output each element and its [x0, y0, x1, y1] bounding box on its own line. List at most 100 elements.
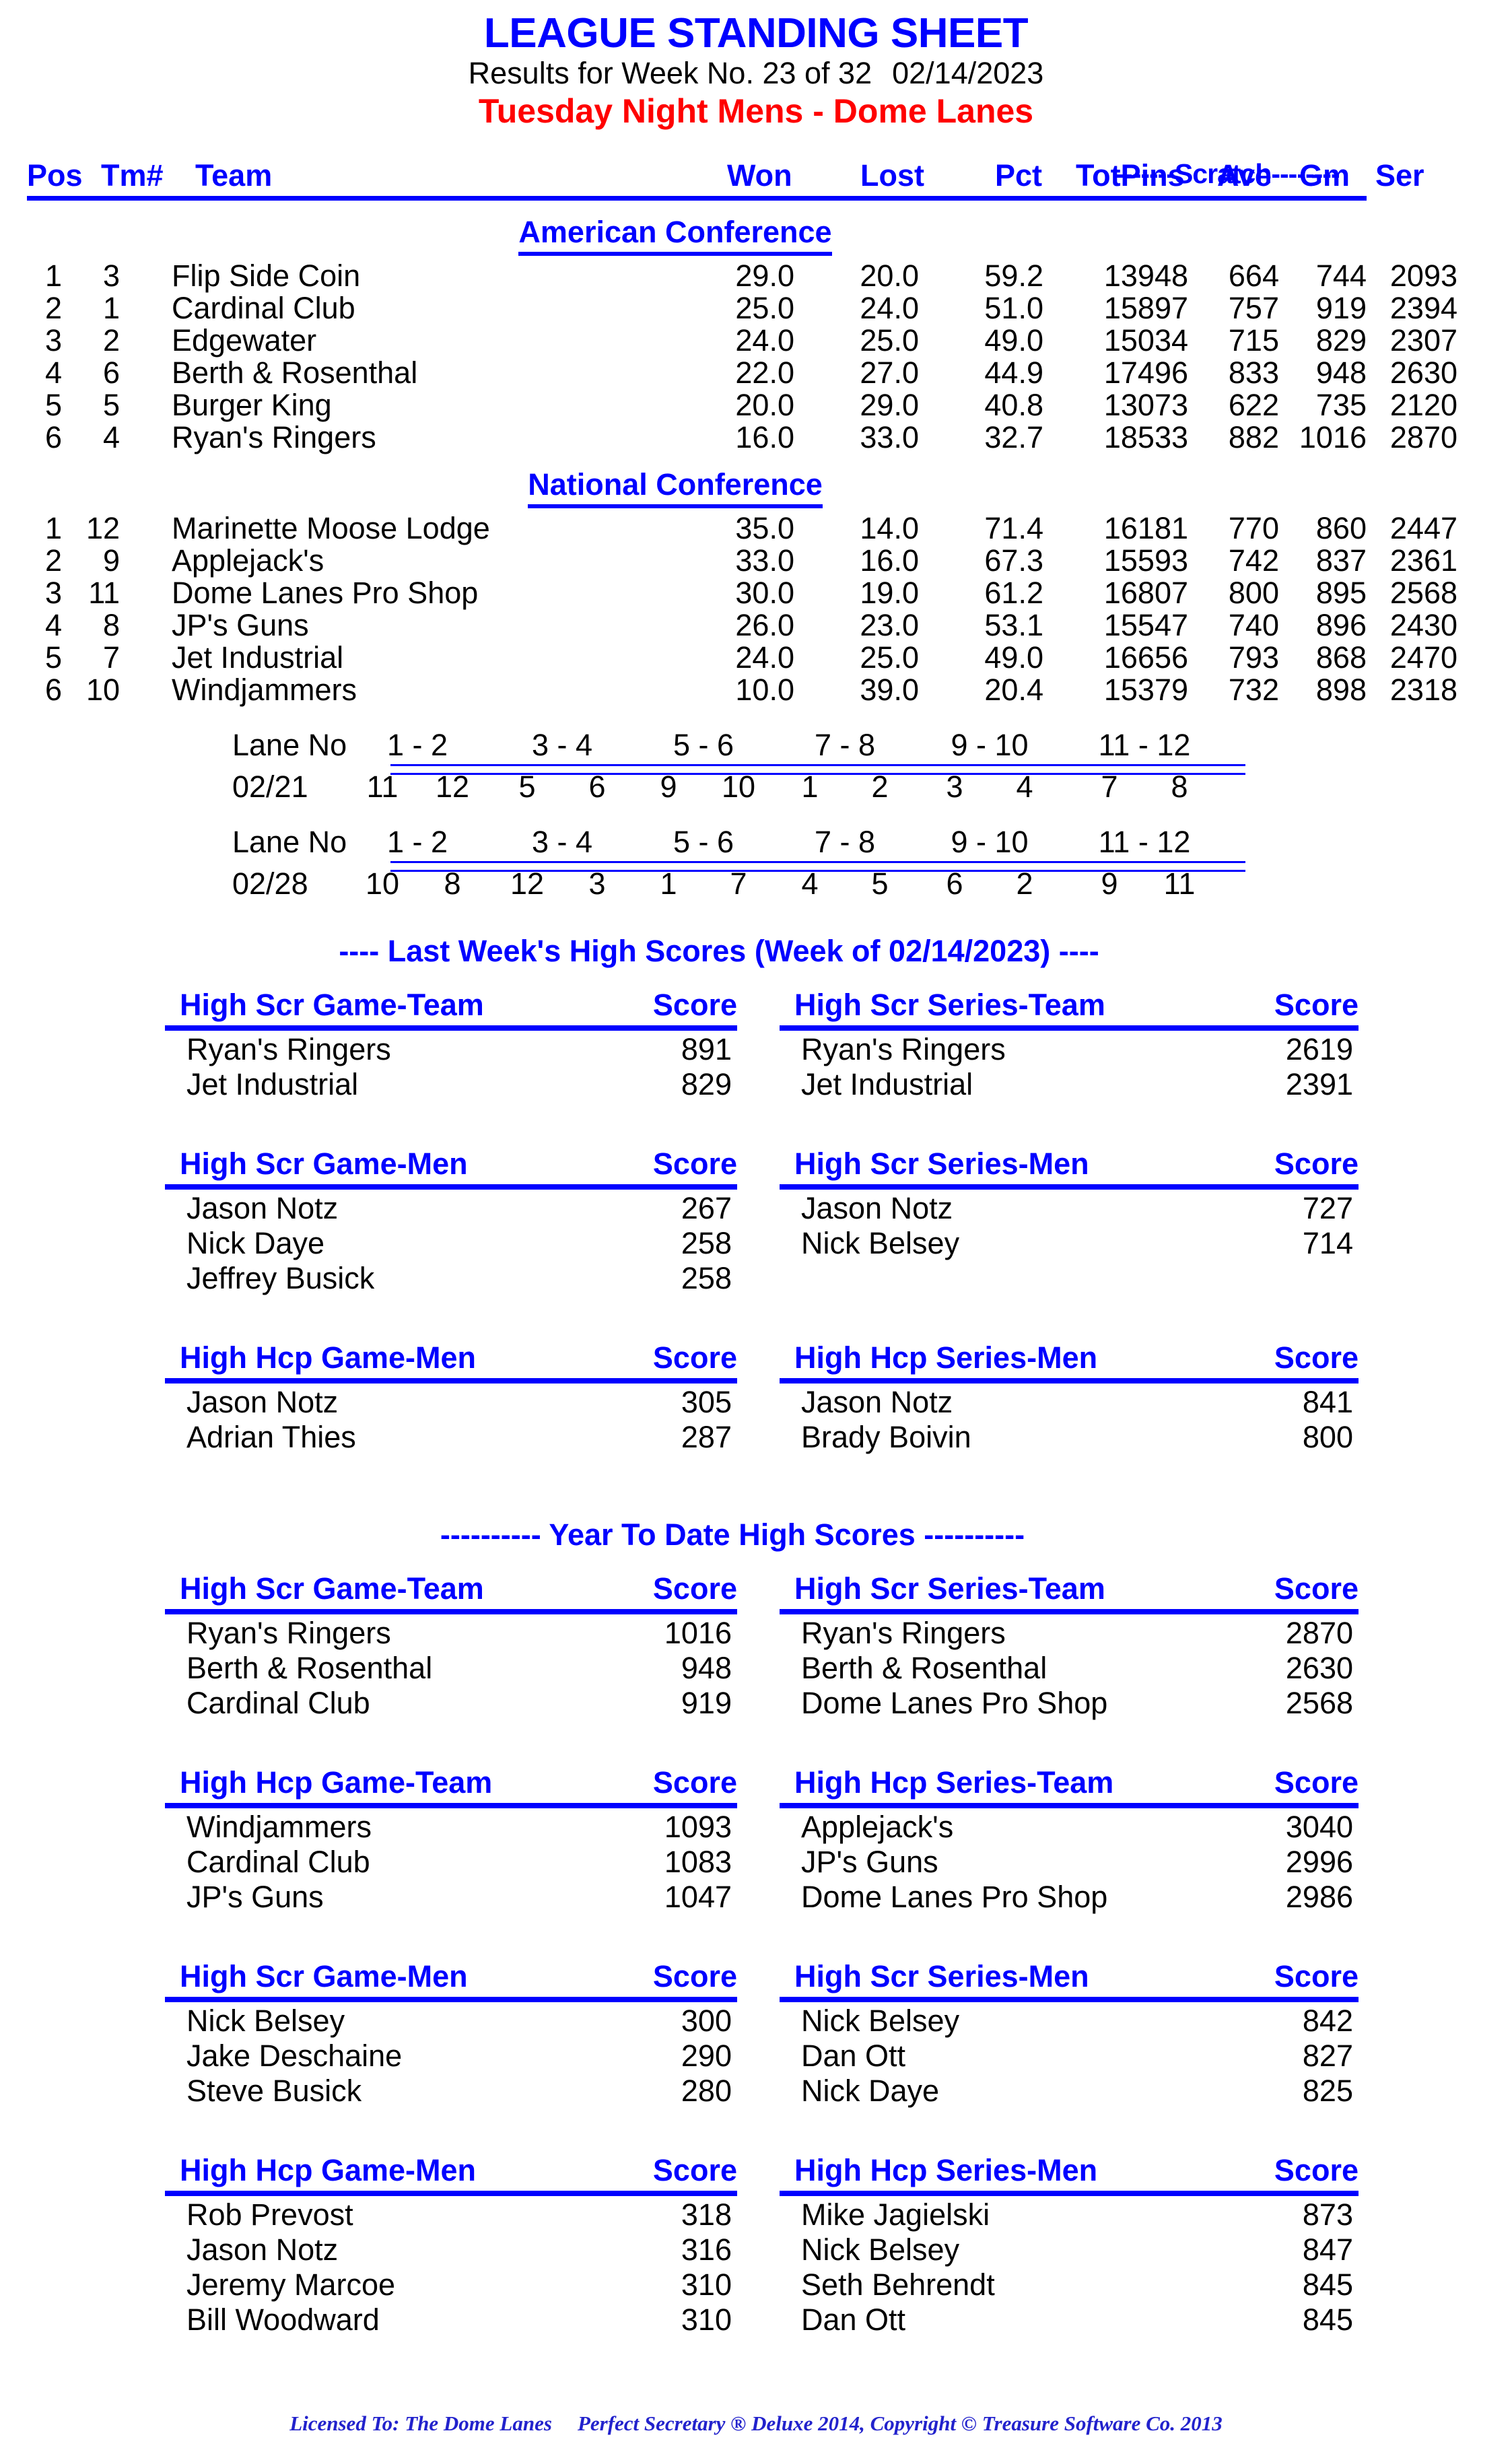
list-item: Jason Notz 305: [165, 1385, 737, 1419]
list-item: Nick Daye 825: [780, 2074, 1359, 2108]
team-high-series: 2568: [1389, 575, 1457, 610]
list-item: Cardinal Club 919: [165, 1685, 737, 1720]
lane-assignment-team: 6: [588, 769, 606, 804]
team-pos: 4: [44, 607, 62, 642]
team-won: 20.0: [735, 387, 794, 422]
lane-pair-header: 11 - 12: [1098, 727, 1191, 762]
team-ave: 770: [1228, 510, 1279, 545]
team-lost: 27.0: [860, 355, 919, 390]
score-entry-value: 267: [681, 1190, 732, 1225]
list-item: Rob Prevost 318: [165, 2197, 737, 2232]
lane-assignment-team: 1: [801, 769, 819, 804]
team-won: 25.0: [735, 290, 794, 325]
score-column-header: Score: [1274, 1958, 1359, 1993]
team-totpins: 15034: [1103, 322, 1188, 357]
score-entry-name: Nick Belsey: [801, 1225, 960, 1260]
score-column-header: Score: [1274, 1765, 1359, 1800]
score-entry-value: 280: [681, 2073, 732, 2108]
score-entry-name: Brady Boivin: [801, 1419, 971, 1454]
score-block-rule: [165, 1184, 737, 1190]
score-entry-name: Applejack's: [801, 1809, 954, 1844]
list-item: Nick Belsey 842: [780, 2003, 1359, 2038]
score-entry-value: 891: [681, 1031, 732, 1066]
score-block-left: High Scr Game-Men Score Jason Notz 267 Nick …: [165, 1147, 737, 1295]
team-high-series: 2318: [1389, 672, 1457, 707]
score-block-pair: High Hcp Game-Team Score Windjammers 1093 Ca…: [0, 1765, 1512, 1940]
score-entry-name: Nick Belsey: [801, 2003, 960, 2038]
score-entry-name: Dome Lanes Pro Shop: [801, 1879, 1108, 1914]
team-high-game: 898: [1315, 672, 1367, 707]
score-block-header: High Scr Series-Men Score: [780, 1147, 1359, 1184]
score-entry-name: Ryan's Ringers: [801, 1615, 1006, 1650]
lane-no-label: Lane No: [232, 824, 347, 859]
score-entry-name: Berth & Rosenthal: [801, 1650, 1047, 1685]
team-number: 4: [102, 419, 120, 454]
results-date: 02/14/2023: [892, 56, 1044, 91]
score-entry-name: Cardinal Club: [186, 1844, 370, 1879]
lane-pair-header: 9 - 10: [951, 824, 1029, 859]
team-high-game: 744: [1315, 258, 1367, 293]
lane-assignment-team: 8: [444, 866, 461, 901]
score-entry-name: Cardinal Club: [186, 1685, 370, 1720]
score-block-right: High Scr Series-Men Score Jason Notz 727 Nic…: [780, 1147, 1359, 1260]
score-block-header: High Hcp Series-Men Score: [780, 2153, 1359, 2191]
team-name: Dome Lanes Pro Shop: [172, 575, 479, 610]
score-block-right: High Hcp Series-Team Score Applejack's 3040…: [780, 1765, 1359, 1914]
team-won: 24.0: [735, 322, 794, 357]
team-number: 8: [102, 607, 120, 642]
score-block-rule: [780, 1608, 1359, 1614]
score-entry-value: 919: [681, 1685, 732, 1720]
team-lost: 33.0: [860, 419, 919, 454]
score-block-header: High Scr Series-Men Score: [780, 1959, 1359, 1997]
team-lost: 39.0: [860, 672, 919, 707]
score-block-rule: [165, 1377, 737, 1383]
score-block-title: High Scr Game-Men: [180, 1958, 468, 1993]
score-column-header: Score: [652, 987, 737, 1022]
score-column-header: Score: [652, 1958, 737, 1993]
team-pos: 4: [44, 355, 62, 390]
score-entry-value: 873: [1302, 2197, 1353, 2232]
score-block-header: High Hcp Series-Team Score: [780, 1765, 1359, 1803]
score-block-header: High Hcp Game-Team Score: [165, 1765, 737, 1803]
team-won: 30.0: [735, 575, 794, 610]
score-block-header: High Hcp Game-Men Score: [165, 2153, 737, 2191]
team-high-game: 895: [1315, 575, 1367, 610]
team-totpins: 18533: [1103, 419, 1188, 454]
score-entry-name: Jason Notz: [801, 1190, 953, 1225]
score-entry-name: JP's Guns: [801, 1844, 938, 1879]
team-pct: 59.2: [984, 258, 1043, 293]
list-item: Dome Lanes Pro Shop 2568: [780, 1686, 1359, 1720]
score-block-left: High Scr Game-Men Score Nick Belsey 300 Jake…: [165, 1958, 737, 2108]
lane-pair-header: 3 - 4: [531, 824, 593, 859]
score-block-right: High Hcp Series-Men Score Jason Notz 841 Bra…: [780, 1340, 1359, 1454]
score-block-header: High Scr Game-Men Score: [165, 1147, 737, 1184]
list-item: Windjammers 1093: [165, 1810, 737, 1844]
score-entry-value: 847: [1302, 2232, 1353, 2267]
score-block-title: High Scr Series-Men: [794, 1146, 1089, 1181]
lane-no-label: Lane No: [232, 727, 347, 762]
conference-list: American Conference 1 3 Flip Side Coin 29.0 2…: [0, 215, 1512, 707]
team-high-game: 837: [1315, 543, 1367, 578]
list-item: Ryan's Ringers 1016: [165, 1615, 737, 1650]
team-won: 10.0: [735, 672, 794, 707]
score-entry-name: Adrian Thies: [186, 1419, 356, 1454]
team-won: 16.0: [735, 419, 794, 454]
score-entry-name: Ryan's Ringers: [186, 1615, 391, 1650]
footer: Licensed To: The Dome Lanes Perfect Secre…: [0, 2412, 1512, 2436]
score-block-pair: High Scr Game-Men Score Nick Belsey 300 Jake…: [0, 1959, 1512, 2134]
score-block-header: High Scr Series-Team Score: [780, 988, 1359, 1025]
score-entry-name: Seth Behrendt: [801, 2267, 995, 2302]
team-pct: 20.4: [984, 672, 1043, 707]
score-entry-name: Nick Daye: [186, 1225, 325, 1260]
list-item: Jason Notz 267: [165, 1191, 737, 1225]
list-item: Nick Belsey 300: [165, 2004, 737, 2038]
score-entry-value: 829: [681, 1066, 732, 1101]
score-column-header: Score: [1274, 1571, 1359, 1606]
team-totpins: 15547: [1103, 607, 1188, 642]
score-block-pair: High Scr Game-Men Score Jason Notz 267 Nick …: [0, 1147, 1512, 1322]
team-name: Cardinal Club: [172, 290, 355, 325]
lane-pair-header: 5 - 6: [673, 824, 734, 859]
score-entry-name: Jason Notz: [186, 1190, 339, 1225]
page-title: LEAGUE STANDING SHEET: [483, 10, 1029, 57]
standings-header-rule: [27, 195, 1367, 201]
